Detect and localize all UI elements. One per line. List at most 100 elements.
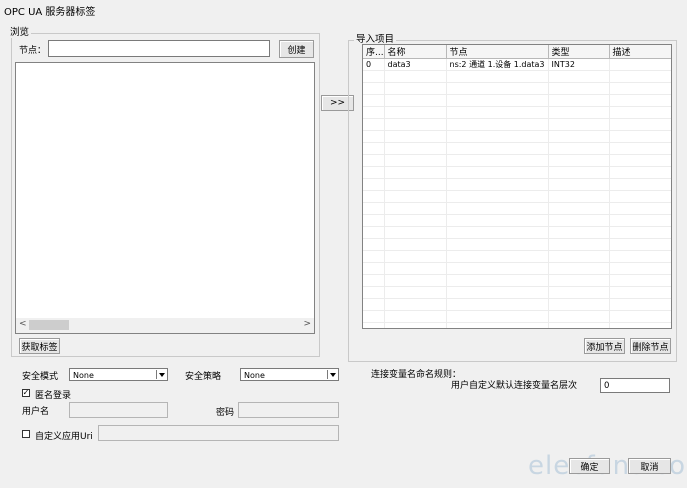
cell-empty: [609, 250, 671, 263]
get-tags-button[interactable]: 获取标签: [19, 338, 60, 354]
table-header-row: 序... 名称 节点 类型 描述: [363, 45, 671, 59]
security-policy-select[interactable]: None: [240, 368, 339, 381]
table-row-empty: [363, 70, 671, 83]
cell-empty: [384, 118, 447, 131]
table-row-empty: [363, 106, 671, 119]
cell-empty: [446, 214, 549, 227]
import-table: 序... 名称 节点 类型 描述 0 data3 ns:2 通道 1.设备 1.…: [363, 45, 671, 328]
cell-empty: [446, 166, 549, 179]
security-policy-label: 安全策略: [185, 372, 222, 382]
cell-empty: [384, 322, 447, 328]
cell-empty: [363, 94, 385, 107]
cell-empty: [446, 142, 549, 155]
add-node-button[interactable]: 添加节点: [584, 338, 625, 354]
table-row-empty: [363, 262, 671, 275]
cell-empty: [446, 286, 549, 299]
table-row-empty: [363, 322, 671, 328]
table-row-empty: [363, 82, 671, 95]
cell-empty: [384, 238, 447, 251]
table-row-empty: [363, 214, 671, 227]
naming-level-input[interactable]: 0: [600, 378, 670, 393]
cell-empty: [446, 178, 549, 191]
cell-type: INT32: [548, 58, 610, 71]
table-row-empty: [363, 94, 671, 107]
column-header-type[interactable]: 类型: [548, 45, 610, 59]
table-row-empty: [363, 190, 671, 203]
table-row[interactable]: 0 data3 ns:2 通道 1.设备 1.data3 INT32: [363, 58, 671, 71]
horizontal-scrollbar[interactable]: < >: [16, 318, 314, 333]
cell-empty: [384, 166, 447, 179]
cell-empty: [363, 130, 385, 143]
ok-button[interactable]: 确定: [569, 458, 610, 474]
cell-empty: [384, 142, 447, 155]
cell-empty: [446, 322, 549, 328]
scroll-right-icon[interactable]: >: [303, 319, 311, 329]
cell-empty: [609, 82, 671, 95]
cell-desc: [609, 58, 671, 71]
cell-empty: [609, 322, 671, 328]
cell-empty: [363, 214, 385, 227]
cell-empty: [363, 298, 385, 311]
cell-empty: [363, 118, 385, 131]
cell-empty: [363, 82, 385, 95]
node-input[interactable]: [48, 40, 270, 57]
username-input[interactable]: [69, 402, 168, 418]
cell-empty: [384, 130, 447, 143]
cell-empty: [548, 322, 610, 328]
anonymous-login-checkbox[interactable]: ✓: [22, 389, 30, 397]
cell-empty: [609, 202, 671, 215]
column-header-index[interactable]: 序...: [363, 45, 385, 59]
cell-empty: [548, 190, 610, 203]
cell-empty: [548, 202, 610, 215]
cell-empty: [609, 238, 671, 251]
cell-name: data3: [384, 58, 447, 71]
column-header-node[interactable]: 节点: [446, 45, 549, 59]
cell-empty: [609, 106, 671, 119]
table-row-empty: [363, 286, 671, 299]
column-header-name[interactable]: 名称: [384, 45, 447, 59]
cell-empty: [363, 250, 385, 263]
anonymous-login-label: 匿名登录: [35, 391, 72, 401]
create-button[interactable]: 创建: [279, 40, 314, 58]
scroll-thumb[interactable]: [29, 320, 69, 330]
column-header-desc[interactable]: 描述: [609, 45, 671, 59]
cell-empty: [609, 298, 671, 311]
cell-empty: [384, 178, 447, 191]
cell-index: 0: [363, 58, 385, 71]
cell-empty: [609, 286, 671, 299]
table-row-empty: [363, 298, 671, 311]
cell-empty: [609, 214, 671, 227]
cell-empty: [446, 310, 549, 323]
scroll-left-icon[interactable]: <: [19, 319, 27, 329]
security-mode-select[interactable]: None: [69, 368, 168, 381]
table-row-empty: [363, 250, 671, 263]
cell-empty: [548, 82, 610, 95]
cell-empty: [609, 190, 671, 203]
custom-uri-checkbox[interactable]: [22, 430, 30, 438]
cell-empty: [446, 190, 549, 203]
browse-tree[interactable]: [15, 62, 315, 334]
cell-empty: [548, 274, 610, 287]
password-input[interactable]: [238, 402, 339, 418]
delete-node-button[interactable]: 删除节点: [630, 338, 671, 354]
cell-empty: [384, 274, 447, 287]
table-row-empty: [363, 166, 671, 179]
cell-empty: [363, 310, 385, 323]
cell-empty: [363, 322, 385, 328]
custom-uri-input[interactable]: [98, 425, 339, 441]
chevron-down-icon[interactable]: [327, 370, 337, 379]
chevron-down-icon[interactable]: [156, 370, 166, 379]
naming-rule-label: 连接变量名命名规则：: [371, 370, 462, 380]
cell-empty: [363, 106, 385, 119]
cell-empty: [363, 274, 385, 287]
table-row-empty: [363, 154, 671, 167]
import-table-container[interactable]: 序... 名称 节点 类型 描述 0 data3 ns:2 通道 1.设备 1.…: [362, 44, 672, 329]
cell-empty: [446, 94, 549, 107]
cell-empty: [384, 286, 447, 299]
cell-empty: [548, 178, 610, 191]
cell-empty: [363, 178, 385, 191]
table-row-empty: [363, 178, 671, 191]
cancel-button[interactable]: 取消: [628, 458, 671, 474]
cell-empty: [609, 262, 671, 275]
cell-empty: [609, 226, 671, 239]
